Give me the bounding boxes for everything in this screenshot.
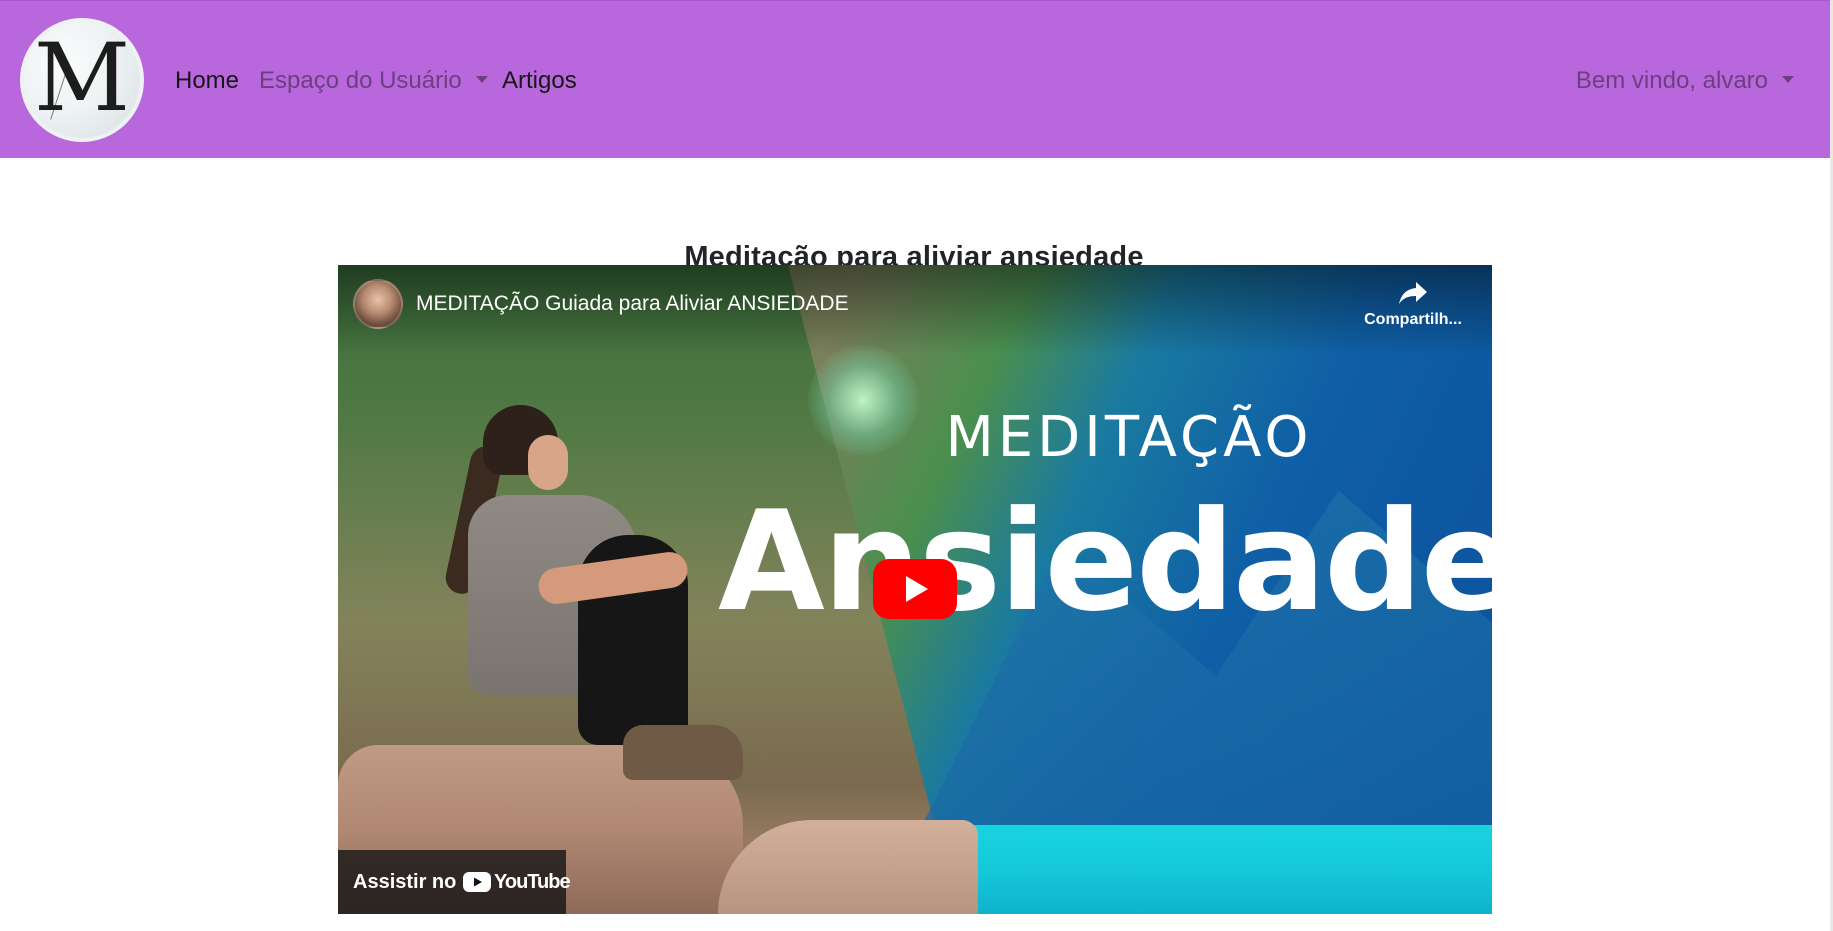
caret-down-icon — [475, 76, 488, 84]
youtube-logo: YouTube — [463, 870, 571, 894]
logo-letter: M — [33, 24, 131, 133]
nav-link-artigos[interactable]: Artigos — [502, 65, 577, 97]
nav-dropdown-label: Espaço do Usuário — [259, 67, 462, 94]
youtube-logo-icon — [463, 872, 491, 892]
user-menu-label: Bem vindo, alvaro — [1575, 67, 1768, 94]
page: M Home Espaço do Usuário Artigos Bem vin… — [0, 0, 1833, 931]
watch-on-label: Assistir no — [353, 871, 457, 893]
share-label: Compartilh... — [1364, 311, 1462, 328]
thumbnail-water — [958, 825, 1492, 914]
thumbnail-heading: MEDITAÇÃO — [945, 405, 1313, 470]
video-title-link[interactable]: MEDITAÇÃO Guiada para Aliviar ANSIEDADE — [416, 290, 849, 318]
watch-on-youtube-button[interactable]: Assistir no YouTube — [338, 850, 571, 914]
thumbnail-person — [428, 405, 743, 805]
share-button[interactable]: Compartilh... — [1358, 280, 1468, 340]
play-icon[interactable] — [873, 559, 957, 619]
channel-avatar[interactable] — [353, 279, 403, 329]
youtube-video-embed[interactable]: MEDITAÇÃO Ansiedade MEDITAÇÃO Guiada par… — [338, 265, 1492, 914]
navbar: M Home Espaço do Usuário Artigos Bem vin… — [0, 0, 1830, 158]
youtube-logo-text: YouTube — [494, 871, 571, 893]
nav-link-home[interactable]: Home — [175, 65, 239, 97]
caret-down-icon — [1782, 76, 1794, 84]
thumbnail-main-text: Ansiedade — [718, 481, 1492, 642]
nav-dropdown-espaco-do-usuario[interactable]: Espaço do Usuário — [259, 65, 488, 97]
user-menu-dropdown[interactable]: Bem vindo, alvaro — [1576, 65, 1794, 97]
brand-logo[interactable]: M — [20, 18, 144, 142]
share-icon — [1399, 282, 1427, 304]
